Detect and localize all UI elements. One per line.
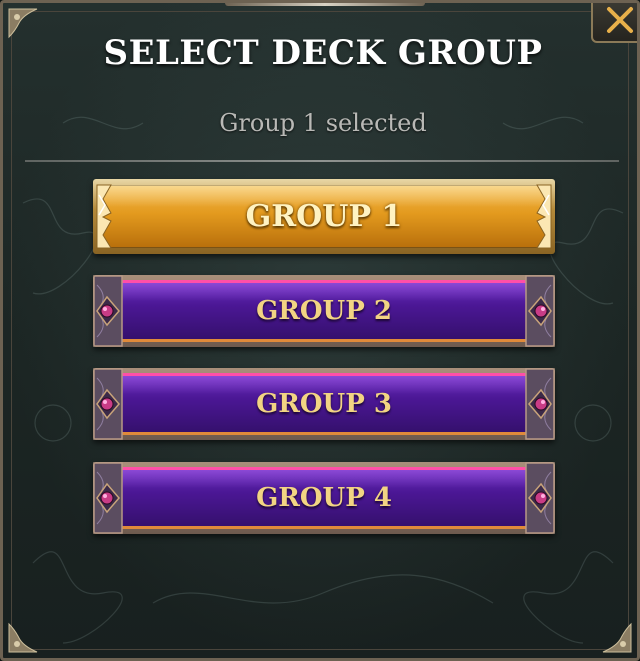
corner-ornament [8, 622, 38, 653]
dialog-title: SELECT DECK GROUP [103, 33, 543, 73]
corner-ornament [602, 622, 632, 653]
group-3-label: GROUP 3 [256, 389, 392, 419]
group-1-label: GROUP 1 [245, 199, 403, 234]
selection-status: Group 1 selected [219, 109, 427, 137]
group-1-button[interactable]: GROUP 1 [93, 179, 555, 254]
close-icon [607, 7, 633, 33]
group-4-label: GROUP 4 [256, 483, 392, 513]
deck-group-dialog: SELECT DECK GROUP Group 1 selected GROUP… [0, 0, 640, 661]
top-notch [225, 3, 425, 6]
group-4-button[interactable]: GROUP 4 [93, 462, 555, 534]
group-3-button[interactable]: GROUP 3 [93, 368, 555, 440]
group-2-label: GROUP 2 [256, 296, 392, 326]
divider [25, 160, 619, 162]
group-2-button[interactable]: GROUP 2 [93, 275, 555, 347]
